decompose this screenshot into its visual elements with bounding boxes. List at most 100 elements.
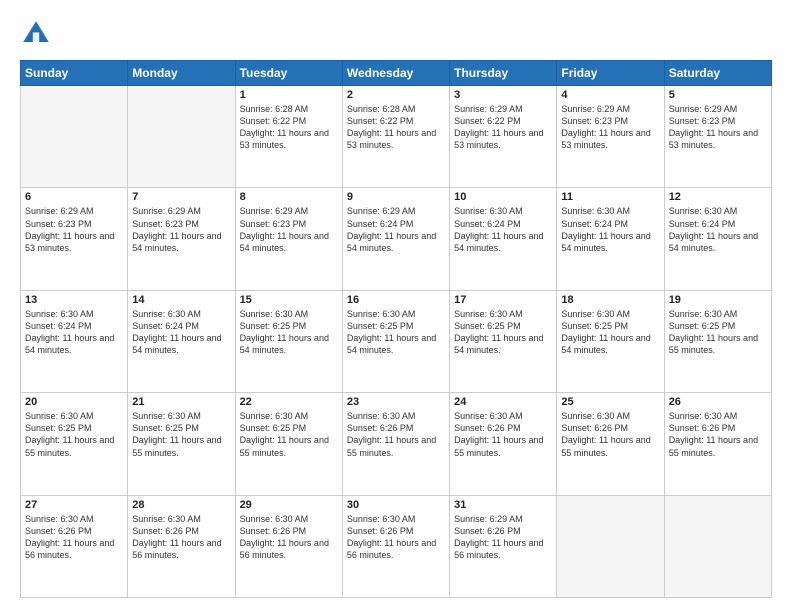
day-number: 2	[347, 89, 445, 101]
day-number: 18	[561, 294, 659, 306]
calendar-cell: 17 Sunrise: 6:30 AMSunset: 6:25 PMDayligh…	[450, 290, 557, 392]
cell-info: Sunrise: 6:29 AMSunset: 6:26 PMDaylight:…	[454, 513, 552, 562]
cell-info: Sunrise: 6:30 AMSunset: 6:26 PMDaylight:…	[25, 513, 123, 562]
day-number: 3	[454, 89, 552, 101]
calendar-cell: 15 Sunrise: 6:30 AMSunset: 6:25 PMDayligh…	[235, 290, 342, 392]
calendar-cell: 5 Sunrise: 6:29 AMSunset: 6:23 PMDaylight…	[664, 86, 771, 188]
cell-info: Sunrise: 6:30 AMSunset: 6:25 PMDaylight:…	[240, 410, 338, 459]
day-number: 29	[240, 499, 338, 511]
cell-info: Sunrise: 6:29 AMSunset: 6:24 PMDaylight:…	[347, 205, 445, 254]
calendar-cell: 30 Sunrise: 6:30 AMSunset: 6:26 PMDayligh…	[342, 495, 449, 597]
header	[20, 18, 772, 50]
day-header-friday: Friday	[557, 61, 664, 86]
cell-info: Sunrise: 6:30 AMSunset: 6:24 PMDaylight:…	[669, 205, 767, 254]
calendar-cell: 25 Sunrise: 6:30 AMSunset: 6:26 PMDayligh…	[557, 393, 664, 495]
calendar-cell: 11 Sunrise: 6:30 AMSunset: 6:24 PMDayligh…	[557, 188, 664, 290]
calendar-cell: 9Sunrise: 6:29 AMSunset: 6:24 PMDaylight…	[342, 188, 449, 290]
day-number: 25	[561, 396, 659, 408]
calendar-cell	[128, 86, 235, 188]
day-number: 28	[132, 499, 230, 511]
cell-info: Sunrise: 6:30 AMSunset: 6:25 PMDaylight:…	[454, 308, 552, 357]
calendar-header-row: SundayMondayTuesdayWednesdayThursdayFrid…	[21, 61, 772, 86]
day-number: 4	[561, 89, 659, 101]
day-number: 24	[454, 396, 552, 408]
calendar-cell: 26Sunrise: 6:30 AMSunset: 6:26 PMDayligh…	[664, 393, 771, 495]
day-number: 30	[347, 499, 445, 511]
calendar-cell: 3 Sunrise: 6:29 AMSunset: 6:22 PMDaylight…	[450, 86, 557, 188]
calendar-cell	[557, 495, 664, 597]
day-number: 10	[454, 191, 552, 203]
calendar-cell: 2 Sunrise: 6:28 AMSunset: 6:22 PMDaylight…	[342, 86, 449, 188]
calendar-cell: 21 Sunrise: 6:30 AMSunset: 6:25 PMDayligh…	[128, 393, 235, 495]
day-header-saturday: Saturday	[664, 61, 771, 86]
day-number: 5	[669, 89, 767, 101]
calendar-cell: 14 Sunrise: 6:30 AMSunset: 6:24 PMDayligh…	[128, 290, 235, 392]
calendar-cell: 12Sunrise: 6:30 AMSunset: 6:24 PMDayligh…	[664, 188, 771, 290]
calendar-cell: 1Sunrise: 6:28 AMSunset: 6:22 PMDaylight…	[235, 86, 342, 188]
cell-info: Sunrise: 6:30 AMSunset: 6:26 PMDaylight:…	[561, 410, 659, 459]
day-number: 31	[454, 499, 552, 511]
cell-info: Sunrise: 6:29 AMSunset: 6:23 PMDaylight:…	[240, 205, 338, 254]
page: SundayMondayTuesdayWednesdayThursdayFrid…	[0, 0, 792, 612]
calendar-cell: 16Sunrise: 6:30 AMSunset: 6:25 PMDayligh…	[342, 290, 449, 392]
calendar-week-5: 27 Sunrise: 6:30 AMSunset: 6:26 PMDayligh…	[21, 495, 772, 597]
calendar-week-3: 13 Sunrise: 6:30 AMSunset: 6:24 PMDayligh…	[21, 290, 772, 392]
calendar-cell: 31 Sunrise: 6:29 AMSunset: 6:26 PMDayligh…	[450, 495, 557, 597]
calendar-cell: 22 Sunrise: 6:30 AMSunset: 6:25 PMDayligh…	[235, 393, 342, 495]
logo	[20, 18, 58, 50]
day-header-sunday: Sunday	[21, 61, 128, 86]
calendar-cell: 29 Sunrise: 6:30 AMSunset: 6:26 PMDayligh…	[235, 495, 342, 597]
day-number: 15	[240, 294, 338, 306]
day-number: 17	[454, 294, 552, 306]
day-number: 6	[25, 191, 123, 203]
cell-info: Sunrise: 6:30 AMSunset: 6:25 PMDaylight:…	[561, 308, 659, 357]
day-number: 23	[347, 396, 445, 408]
calendar-cell: 27 Sunrise: 6:30 AMSunset: 6:26 PMDayligh…	[21, 495, 128, 597]
calendar-cell: 10 Sunrise: 6:30 AMSunset: 6:24 PMDayligh…	[450, 188, 557, 290]
cell-info: Sunrise: 6:29 AMSunset: 6:22 PMDaylight:…	[454, 103, 552, 152]
day-number: 11	[561, 191, 659, 203]
calendar-cell: 8 Sunrise: 6:29 AMSunset: 6:23 PMDaylight…	[235, 188, 342, 290]
calendar-week-4: 20Sunrise: 6:30 AMSunset: 6:25 PMDayligh…	[21, 393, 772, 495]
cell-info: Sunrise: 6:30 AMSunset: 6:26 PMDaylight:…	[454, 410, 552, 459]
calendar-cell: 19 Sunrise: 6:30 AMSunset: 6:25 PMDayligh…	[664, 290, 771, 392]
day-number: 14	[132, 294, 230, 306]
cell-info: Sunrise: 6:30 AMSunset: 6:26 PMDaylight:…	[669, 410, 767, 459]
calendar-cell: 4 Sunrise: 6:29 AMSunset: 6:23 PMDaylight…	[557, 86, 664, 188]
cell-info: Sunrise: 6:30 AMSunset: 6:25 PMDaylight:…	[240, 308, 338, 357]
calendar-cell: 18 Sunrise: 6:30 AMSunset: 6:25 PMDayligh…	[557, 290, 664, 392]
day-number: 8	[240, 191, 338, 203]
calendar-cell	[21, 86, 128, 188]
calendar-week-2: 6 Sunrise: 6:29 AMSunset: 6:23 PMDaylight…	[21, 188, 772, 290]
day-number: 22	[240, 396, 338, 408]
cell-info: Sunrise: 6:30 AMSunset: 6:25 PMDaylight:…	[347, 308, 445, 357]
cell-info: Sunrise: 6:30 AMSunset: 6:25 PMDaylight:…	[25, 410, 123, 459]
calendar-cell: 7 Sunrise: 6:29 AMSunset: 6:23 PMDaylight…	[128, 188, 235, 290]
calendar-table: SundayMondayTuesdayWednesdayThursdayFrid…	[20, 60, 772, 598]
day-number: 7	[132, 191, 230, 203]
cell-info: Sunrise: 6:30 AMSunset: 6:25 PMDaylight:…	[132, 410, 230, 459]
cell-info: Sunrise: 6:30 AMSunset: 6:25 PMDaylight:…	[669, 308, 767, 357]
day-number: 13	[25, 294, 123, 306]
cell-info: Sunrise: 6:30 AMSunset: 6:26 PMDaylight:…	[347, 513, 445, 562]
cell-info: Sunrise: 6:30 AMSunset: 6:26 PMDaylight:…	[132, 513, 230, 562]
calendar-cell: 6Sunrise: 6:29 AMSunset: 6:23 PMDaylight…	[21, 188, 128, 290]
day-number: 19	[669, 294, 767, 306]
cell-info: Sunrise: 6:30 AMSunset: 6:26 PMDaylight:…	[240, 513, 338, 562]
day-header-tuesday: Tuesday	[235, 61, 342, 86]
cell-info: Sunrise: 6:28 AMSunset: 6:22 PMDaylight:…	[347, 103, 445, 152]
cell-info: Sunrise: 6:30 AMSunset: 6:24 PMDaylight:…	[561, 205, 659, 254]
cell-info: Sunrise: 6:29 AMSunset: 6:23 PMDaylight:…	[132, 205, 230, 254]
day-header-thursday: Thursday	[450, 61, 557, 86]
day-number: 21	[132, 396, 230, 408]
cell-info: Sunrise: 6:29 AMSunset: 6:23 PMDaylight:…	[561, 103, 659, 152]
calendar-cell: 23 Sunrise: 6:30 AMSunset: 6:26 PMDayligh…	[342, 393, 449, 495]
calendar-cell: 24 Sunrise: 6:30 AMSunset: 6:26 PMDayligh…	[450, 393, 557, 495]
calendar-week-1: 1Sunrise: 6:28 AMSunset: 6:22 PMDaylight…	[21, 86, 772, 188]
cell-info: Sunrise: 6:30 AMSunset: 6:24 PMDaylight:…	[132, 308, 230, 357]
cell-info: Sunrise: 6:30 AMSunset: 6:24 PMDaylight:…	[454, 205, 552, 254]
cell-info: Sunrise: 6:30 AMSunset: 6:26 PMDaylight:…	[347, 410, 445, 459]
cell-info: Sunrise: 6:29 AMSunset: 6:23 PMDaylight:…	[669, 103, 767, 152]
day-number: 27	[25, 499, 123, 511]
calendar-cell: 13Sunrise: 6:30 AMSunset: 6:24 PMDayligh…	[21, 290, 128, 392]
